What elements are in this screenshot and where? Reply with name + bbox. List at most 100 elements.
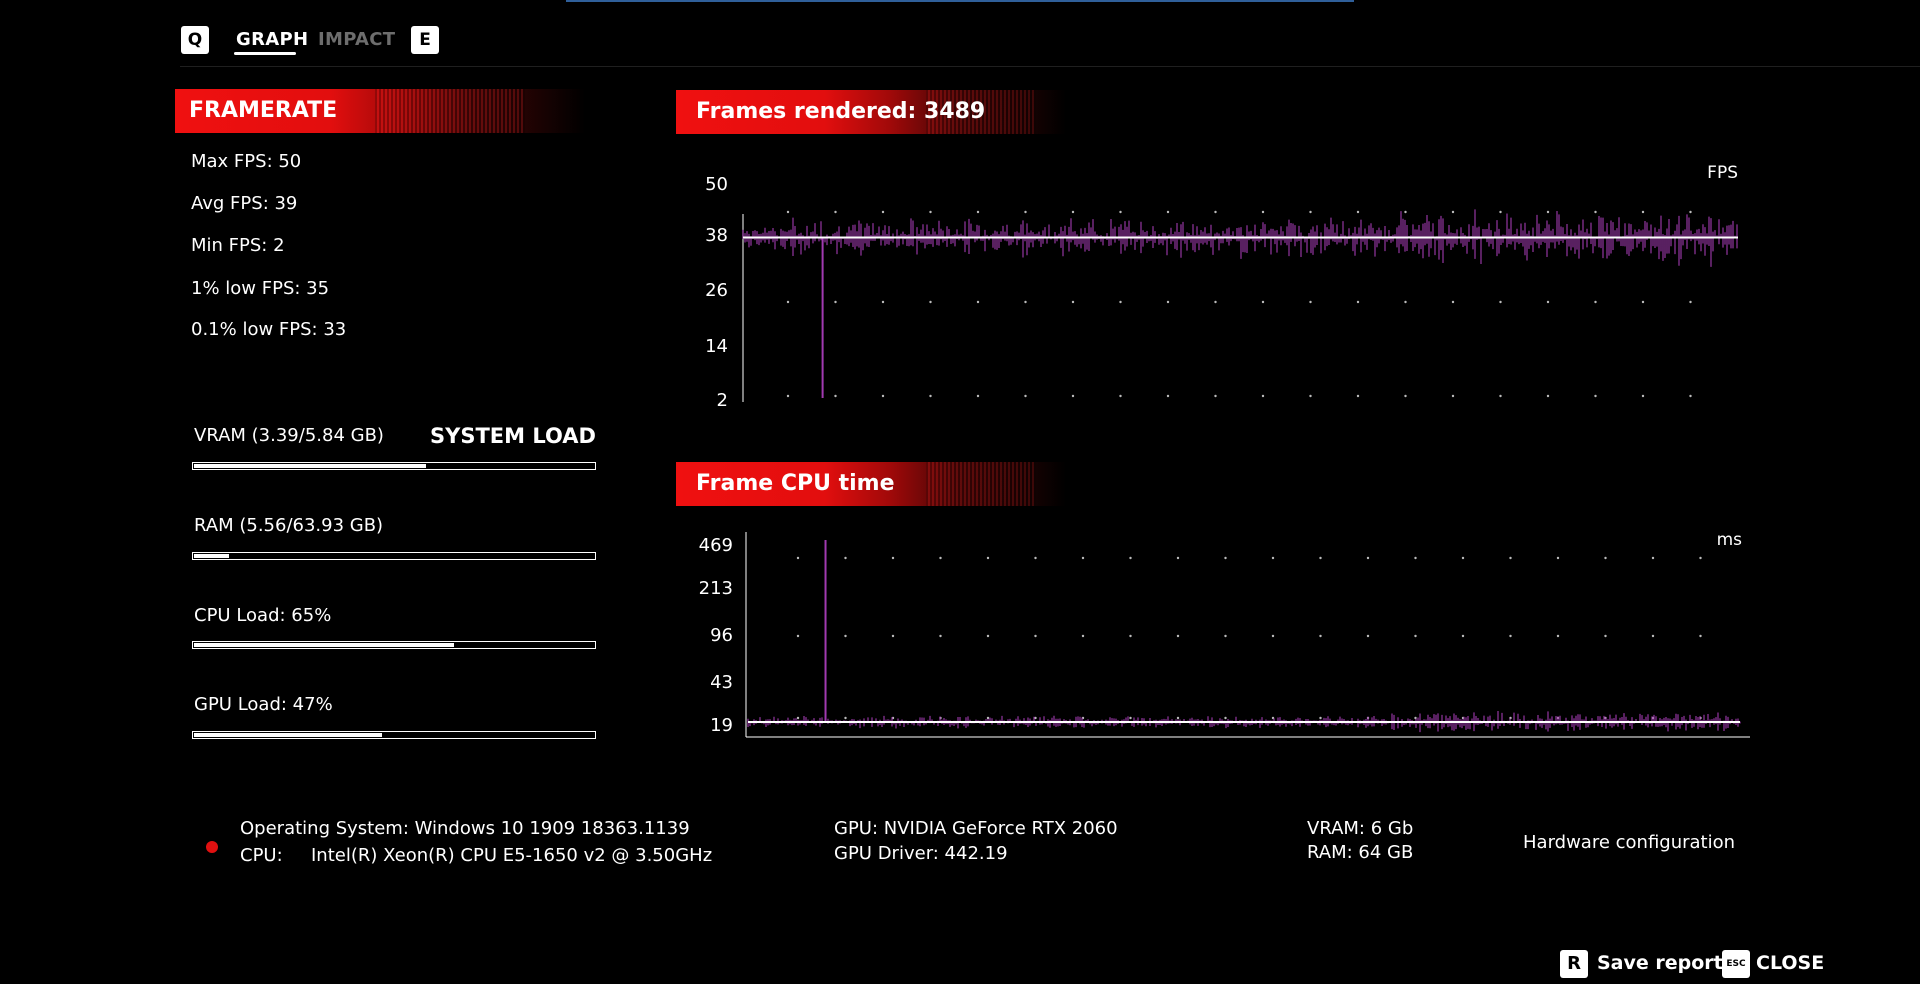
framerate-title: FRAMERATE [189, 98, 338, 123]
cpu-grid-dot [1461, 556, 1465, 560]
cpu-grid-dot [1556, 634, 1560, 638]
cpu-grid-dot [796, 634, 800, 638]
prev-tab-key[interactable]: Q [181, 26, 209, 54]
fps-grid-dot [881, 210, 885, 214]
cpu-grid-dot [986, 556, 990, 560]
fps-grid-dot [881, 394, 885, 398]
cpu-grid-dot [939, 634, 942, 638]
frame-cpu-banner: Frame CPU time [676, 462, 1066, 506]
fps-grid-dot [1546, 300, 1550, 304]
cpu-grid-dot [1319, 556, 1322, 560]
save-report-button[interactable]: Save report [1597, 952, 1723, 974]
fps-grid-dot [881, 300, 885, 304]
fps-grid-dot [1594, 300, 1597, 304]
cpu-tick-label: 43 [710, 672, 733, 693]
top-accent-line [566, 0, 1354, 2]
vram-info: VRAM: 6 Gb [1307, 818, 1414, 839]
ram-info: RAM: 64 GB [1307, 842, 1414, 863]
fps-tick-label: 2 [717, 390, 728, 411]
fps-grid-dot [1166, 394, 1170, 398]
fps-grid-dot [1024, 394, 1027, 398]
fps-grid-dot [1499, 394, 1502, 398]
cpu-grid-dot [1224, 634, 1227, 638]
cpu-grid-dot [1651, 634, 1655, 638]
frame-cpu-title: Frame CPU time [696, 471, 895, 496]
tab-impact[interactable]: IMPACT [318, 29, 395, 50]
cpu-grid-dot [1129, 634, 1132, 638]
fps-grid-dot [1309, 394, 1312, 398]
fps-grid-dot [976, 394, 980, 398]
fps-grid-dot [1261, 210, 1265, 214]
gpu-load-label: GPU Load: 47% [194, 694, 333, 715]
fps-grid-dot [1689, 394, 1692, 398]
os-info: Operating System: Windows 10 1909 18363.… [240, 818, 690, 839]
fps-grid-dot [1309, 210, 1312, 214]
next-tab-key[interactable]: E [411, 26, 439, 54]
cpu-grid-dot [1176, 556, 1180, 560]
fps-grid-dot [834, 210, 837, 214]
tab-graph[interactable]: GRAPH [236, 29, 308, 50]
cpu-grid-dot [986, 634, 990, 638]
status-dot [206, 841, 218, 853]
banner-texture [375, 89, 525, 133]
fps-grid-dot [1214, 300, 1217, 304]
cpu-grid-dot [844, 716, 847, 720]
vram-load-bar [192, 462, 596, 470]
fps-grid-dot [1166, 300, 1170, 304]
fps-grid-dot [1071, 394, 1075, 398]
save-report-key[interactable]: R [1560, 950, 1588, 978]
frames-rendered-title: Frames rendered: 3489 [696, 99, 986, 124]
fps-grid-dot [1451, 210, 1455, 214]
fps-grid-dot [1024, 300, 1027, 304]
cpu-grid-dot [1129, 556, 1132, 560]
fps-chart: 50 38 26 14 2 FPS [690, 160, 1770, 430]
fps-grid-dot [1641, 394, 1645, 398]
cpu-grid-dot [1271, 634, 1275, 638]
cpu-load-bar [192, 641, 596, 649]
fps-grid-dot [1404, 300, 1407, 304]
cpu-grid-dot [1509, 556, 1512, 560]
fps-grid-dot [1166, 210, 1170, 214]
low01-fps: 0.1% low FPS: 33 [191, 319, 347, 340]
fps-grid-dot [1214, 210, 1217, 214]
fps-grid-dot [834, 300, 837, 304]
fps-tick-label: 50 [705, 174, 728, 195]
ram-load-label: RAM (5.56/63.93 GB) [194, 515, 384, 536]
cpu-grid-dot [1271, 556, 1275, 560]
cpu-grid-dot [939, 556, 942, 560]
min-fps: Min FPS: 2 [191, 235, 285, 256]
fps-unit-label: FPS [1707, 163, 1738, 183]
cpu-grid-dot [844, 556, 847, 560]
gpu-load-bar [192, 731, 596, 739]
cpu-grid-dot [1224, 716, 1227, 720]
banner-texture [926, 462, 1036, 506]
cpu-grid-dot [1604, 556, 1607, 560]
fps-grid-dot [1356, 210, 1360, 214]
cpu-grid-dot [796, 556, 800, 560]
cpu-grid-dot [891, 634, 895, 638]
cpu-grid-dot [986, 716, 990, 720]
cpu-grid-dot [1034, 634, 1037, 638]
fps-grid-dot [1119, 394, 1122, 398]
low1-fps: 1% low FPS: 35 [191, 278, 330, 299]
cpu-grid-dot [1461, 634, 1465, 638]
fps-grid-dot [1024, 210, 1027, 214]
close-key[interactable]: ESC [1722, 950, 1750, 978]
cpu-tick-label: 96 [710, 625, 733, 646]
fps-grid-dot [1404, 394, 1407, 398]
fps-grid-dot [786, 394, 790, 398]
gpu-driver-info: GPU Driver: 442.19 [834, 843, 1008, 864]
fps-grid-dot [1119, 300, 1122, 304]
cpu-grid-dot [1414, 634, 1417, 638]
fps-tick-label: 14 [705, 336, 728, 357]
cpu-info-value: Intel(R) Xeon(R) CPU E5-1650 v2 @ 3.50GH… [311, 845, 713, 866]
fps-grid-dot [786, 300, 790, 304]
cpu-grid-dot [844, 634, 847, 638]
fps-grid-dot [929, 300, 932, 304]
cpu-tick-label: 469 [699, 535, 733, 556]
close-button[interactable]: CLOSE [1756, 952, 1824, 974]
vram-load-label: VRAM (3.39/5.84 GB) [194, 425, 384, 446]
fps-grid-dot [1641, 300, 1645, 304]
fps-grid-dot [834, 394, 837, 398]
fps-grid-dot [1594, 394, 1597, 398]
